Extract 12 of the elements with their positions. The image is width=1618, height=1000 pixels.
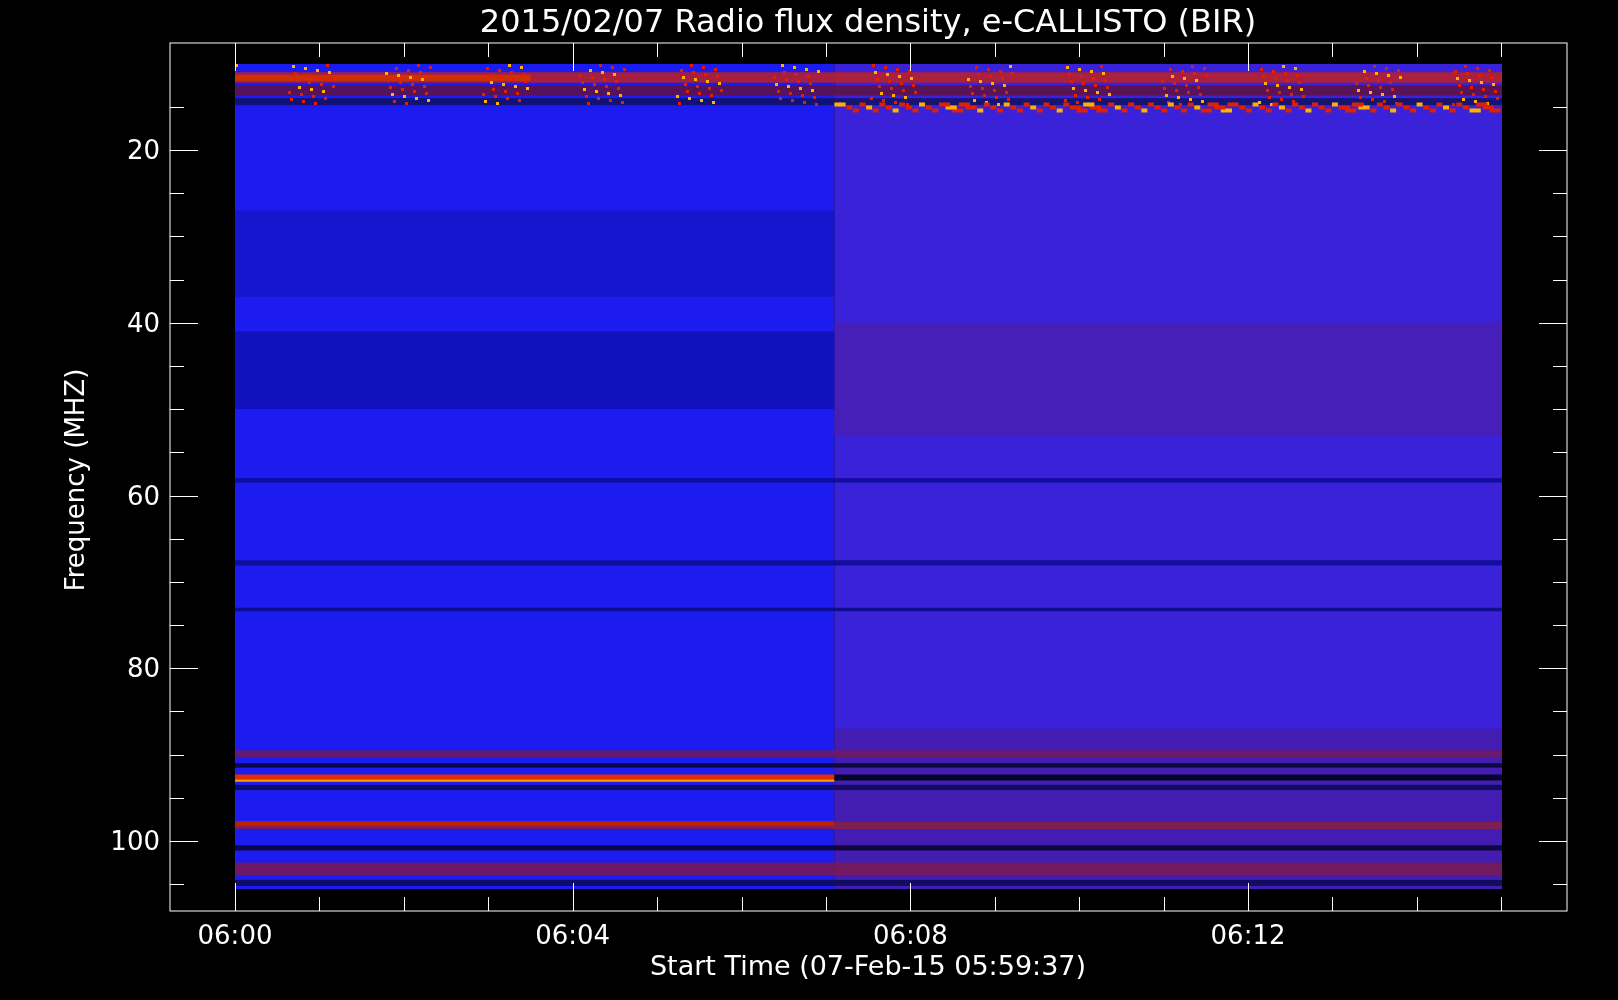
y-tick-label: 20 [126,137,160,163]
y-tick-label: 60 [126,482,160,509]
x-tick-label: 06:00 [197,922,273,948]
y-axis-label: Frequency (MHZ) [62,368,88,592]
y-tick-label: 80 [126,655,160,682]
x-axis-label: Start Time (07-Feb-15 05:59:37) [649,952,1087,979]
y-tick-label: 100 [110,828,160,854]
x-tick-label: 06:08 [872,922,948,948]
x-tick-label: 06:12 [1210,922,1286,948]
plot-title: 2015/02/07 Radio flux density, e-CALLISTO (BIR) [479,5,1257,37]
x-tick-label: 06:04 [535,922,611,948]
y-tick-label: 40 [126,309,160,336]
